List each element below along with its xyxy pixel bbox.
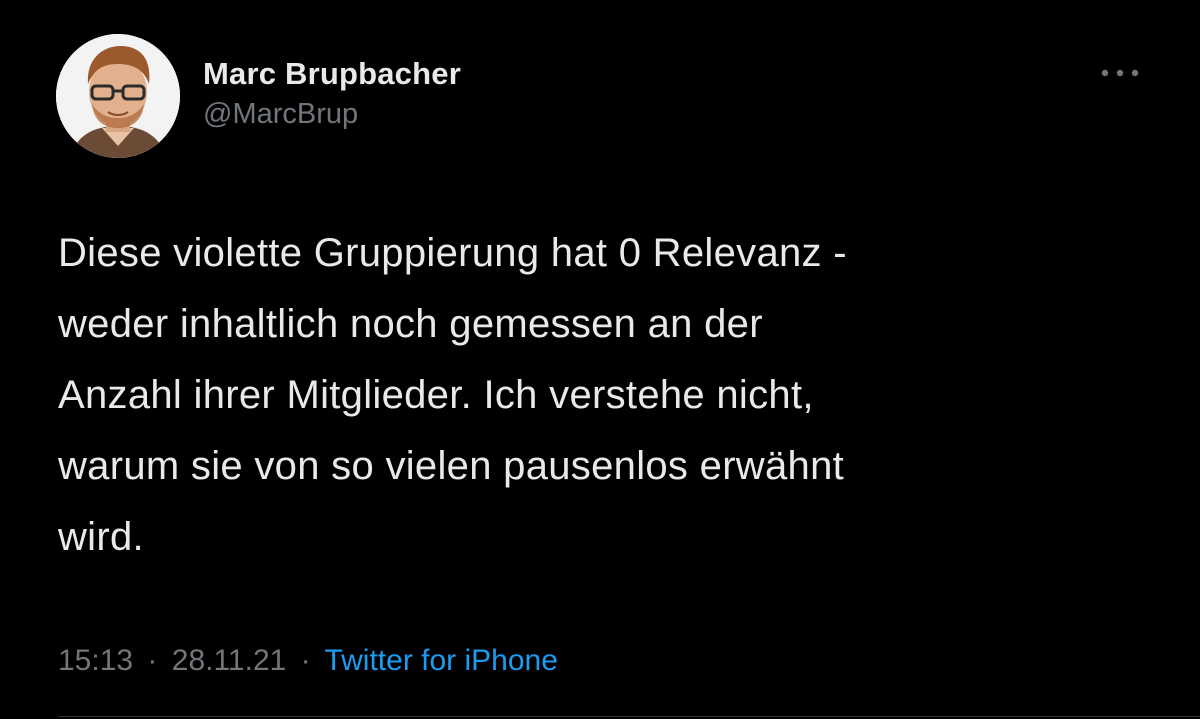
more-options-button[interactable] [1094, 58, 1146, 88]
tweet-date[interactable]: 28.11.21 [172, 644, 287, 677]
tweet-time[interactable]: 15:13 [58, 644, 133, 677]
display-name[interactable]: Marc Brupbacher [203, 56, 461, 92]
more-horizontal-icon [1101, 69, 1139, 77]
meta-separator: · [147, 644, 158, 677]
tweet-metadata: 15:13 · 28.11.21 · Twitter for iPhone [58, 642, 558, 680]
author-info: Marc Brupbacher @MarcBrup [203, 56, 461, 131]
divider [58, 716, 1200, 717]
tweet-source-link[interactable]: Twitter for iPhone [324, 644, 557, 677]
tweet-text: Diese violette Gruppierung hat 0 Relevan… [58, 231, 847, 559]
profile-photo-icon [56, 34, 180, 158]
meta-separator: · [300, 644, 311, 677]
tweet-card: Marc Brupbacher @MarcBrup Diese violette… [0, 0, 1200, 719]
user-handle[interactable]: @MarcBrup [203, 97, 461, 131]
avatar[interactable] [56, 34, 180, 158]
